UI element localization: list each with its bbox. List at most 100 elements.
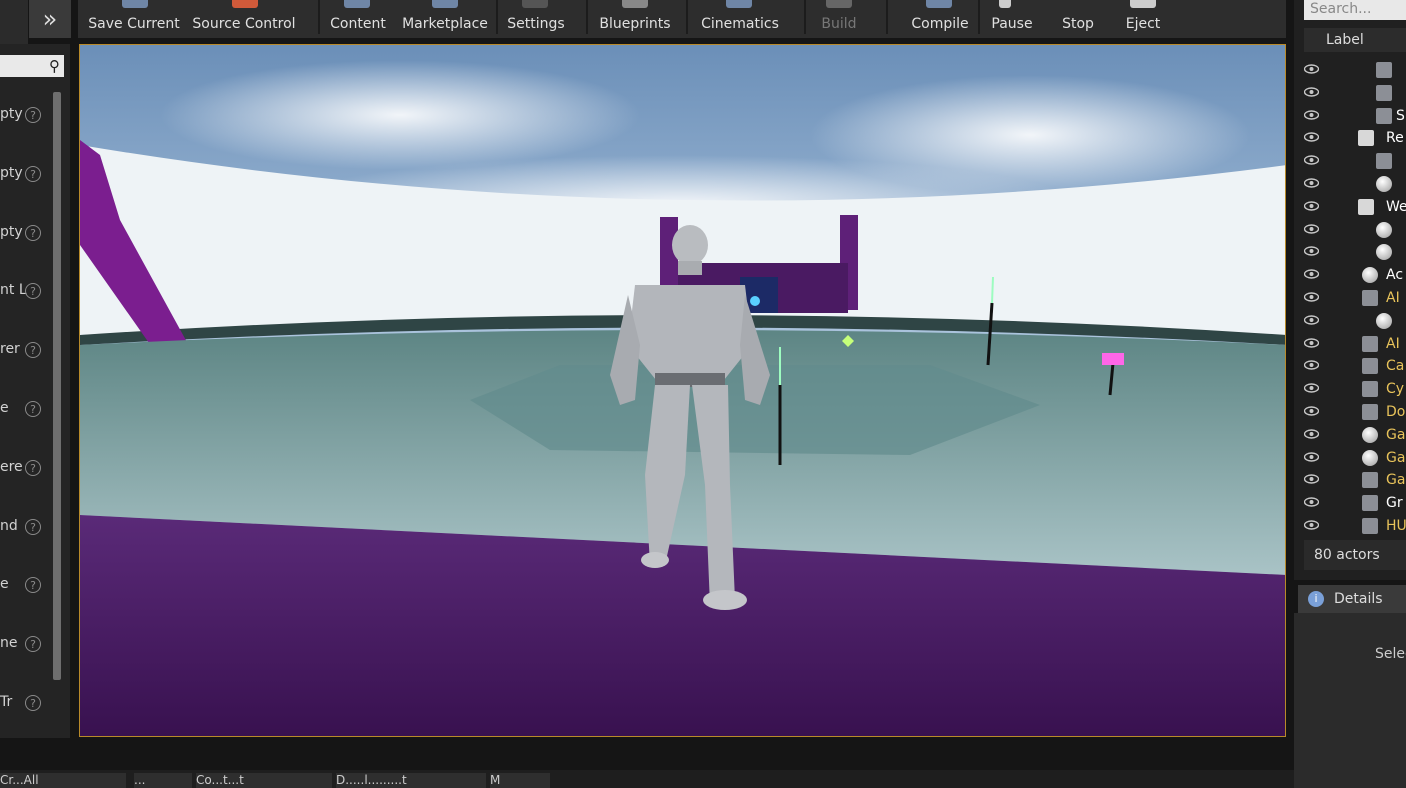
pause-button[interactable]: Pause bbox=[982, 0, 1042, 38]
blueprints-button[interactable]: Blueprints bbox=[590, 0, 680, 38]
visibility-eye-icon[interactable] bbox=[1304, 292, 1319, 302]
help-icon[interactable]: ? bbox=[25, 577, 41, 593]
visibility-eye-icon[interactable] bbox=[1304, 201, 1319, 211]
outliner-row[interactable] bbox=[1300, 311, 1406, 333]
source-control-button[interactable]: Source Control bbox=[188, 0, 300, 38]
content-button[interactable]: Content bbox=[322, 0, 394, 38]
actor-cube-icon bbox=[1376, 62, 1392, 78]
outliner-row[interactable]: HU bbox=[1300, 516, 1406, 538]
details-scrollbar[interactable] bbox=[53, 92, 61, 680]
tab-bottom-3[interactable]: Co...t...t bbox=[196, 773, 332, 788]
outliner-row[interactable]: Gr bbox=[1300, 493, 1406, 515]
outliner-search-input[interactable]: Search... bbox=[1304, 0, 1406, 20]
ai-controller-icon bbox=[1362, 336, 1378, 352]
visibility-eye-icon[interactable] bbox=[1304, 155, 1319, 165]
visibility-eye-icon[interactable] bbox=[1304, 87, 1319, 97]
toolbar-expand-button[interactable]: » bbox=[29, 0, 71, 38]
visibility-eye-icon[interactable] bbox=[1304, 132, 1319, 142]
help-icon[interactable]: ? bbox=[25, 283, 41, 299]
bottom-tab-bar bbox=[0, 770, 1294, 788]
outliner-row[interactable] bbox=[1300, 60, 1406, 82]
cinematics-button[interactable]: Cinematics bbox=[690, 0, 790, 38]
outliner-row[interactable]: Ga bbox=[1300, 448, 1406, 470]
visibility-eye-icon[interactable] bbox=[1304, 452, 1319, 462]
visibility-eye-icon[interactable] bbox=[1304, 338, 1319, 348]
outliner-row[interactable] bbox=[1300, 220, 1406, 242]
settings-button[interactable]: Settings bbox=[500, 0, 572, 38]
outliner-row[interactable]: Ga bbox=[1300, 425, 1406, 447]
visibility-eye-icon[interactable] bbox=[1304, 315, 1319, 325]
sphere-icon bbox=[1376, 222, 1392, 238]
marketplace-button[interactable]: Marketplace bbox=[396, 0, 494, 38]
tab-content-browser[interactable]: Cr...All bbox=[0, 773, 126, 788]
tab-details[interactable]: i Details bbox=[1298, 585, 1406, 613]
save-current-button[interactable]: Save Current bbox=[82, 0, 186, 38]
outliner-row[interactable]: S bbox=[1300, 106, 1406, 128]
tab-bottom-5[interactable]: M bbox=[490, 773, 550, 788]
visibility-eye-icon[interactable] bbox=[1304, 110, 1319, 120]
build-button[interactable]: Build bbox=[808, 0, 870, 38]
details-search-input[interactable]: ⚲ bbox=[0, 55, 64, 77]
visibility-eye-icon[interactable] bbox=[1304, 224, 1319, 234]
help-icon[interactable]: ? bbox=[25, 342, 41, 358]
outliner-row[interactable]: Ac bbox=[1300, 265, 1406, 287]
outliner-row[interactable]: AI bbox=[1300, 288, 1406, 310]
level-viewport[interactable] bbox=[79, 44, 1286, 737]
visibility-eye-icon[interactable] bbox=[1304, 474, 1319, 484]
help-icon[interactable]: ? bbox=[25, 519, 41, 535]
visibility-eye-icon[interactable] bbox=[1304, 406, 1319, 416]
compile-icon bbox=[926, 0, 952, 8]
stop-button[interactable]: Stop bbox=[1048, 0, 1108, 38]
folder-icon bbox=[1358, 199, 1374, 215]
visibility-eye-icon[interactable] bbox=[1304, 178, 1319, 188]
visibility-eye-icon[interactable] bbox=[1304, 429, 1319, 439]
game-scene[interactable] bbox=[80, 45, 1286, 737]
visibility-eye-icon[interactable] bbox=[1304, 383, 1319, 393]
cloud bbox=[160, 60, 640, 170]
eject-icon bbox=[1130, 0, 1156, 8]
property-label: rer bbox=[0, 341, 20, 357]
outliner-row[interactable]: AI bbox=[1300, 334, 1406, 356]
help-icon[interactable]: ? bbox=[25, 636, 41, 652]
toolbar-separator bbox=[318, 0, 320, 34]
outliner-row[interactable] bbox=[1300, 83, 1406, 105]
outliner-row[interactable]: We bbox=[1300, 197, 1406, 219]
visibility-eye-icon[interactable] bbox=[1304, 246, 1319, 256]
visibility-eye-icon[interactable] bbox=[1304, 360, 1319, 370]
outliner-row[interactable]: Re bbox=[1300, 128, 1406, 150]
property-label: pty bbox=[0, 106, 23, 122]
outliner-row[interactable]: Ga bbox=[1300, 470, 1406, 492]
help-icon[interactable]: ? bbox=[25, 695, 41, 711]
toolbar-separator bbox=[496, 0, 498, 34]
outliner-row-label: Ac bbox=[1386, 267, 1404, 283]
compile-button[interactable]: Compile bbox=[904, 0, 976, 38]
outliner-row-label: Do bbox=[1386, 404, 1406, 420]
help-icon[interactable]: ? bbox=[25, 225, 41, 241]
tab-bottom-4[interactable]: D.....l.........t bbox=[336, 773, 486, 788]
outliner-row[interactable]: Do bbox=[1300, 402, 1406, 424]
visibility-eye-icon[interactable] bbox=[1304, 520, 1319, 530]
eject-button[interactable]: Eject bbox=[1112, 0, 1174, 38]
visibility-eye-icon[interactable] bbox=[1304, 497, 1319, 507]
tab-bottom-2[interactable]: ... bbox=[134, 773, 192, 788]
help-icon[interactable]: ? bbox=[25, 166, 41, 182]
outliner-row[interactable] bbox=[1300, 242, 1406, 264]
help-icon[interactable]: ? bbox=[25, 401, 41, 417]
help-icon[interactable]: ? bbox=[25, 107, 41, 123]
outliner-label-column-header[interactable]: Label bbox=[1304, 28, 1406, 52]
graph-icon bbox=[1362, 472, 1378, 488]
toolbar-separator bbox=[586, 0, 588, 34]
sphere-icon bbox=[1376, 313, 1392, 329]
visibility-eye-icon[interactable] bbox=[1304, 269, 1319, 279]
outliner-row[interactable]: Ca bbox=[1300, 356, 1406, 378]
actor-sphere-icon bbox=[1362, 450, 1378, 466]
property-label: ere bbox=[0, 459, 23, 475]
outliner-row[interactable]: Cy bbox=[1300, 379, 1406, 401]
outliner-row[interactable] bbox=[1300, 174, 1406, 196]
toolbar-left-stub bbox=[0, 0, 28, 44]
help-icon[interactable]: ? bbox=[25, 460, 41, 476]
double-chevron-right-icon: » bbox=[42, 5, 58, 33]
property-label: nd bbox=[0, 518, 18, 534]
visibility-eye-icon[interactable] bbox=[1304, 64, 1319, 74]
outliner-row[interactable] bbox=[1300, 151, 1406, 173]
